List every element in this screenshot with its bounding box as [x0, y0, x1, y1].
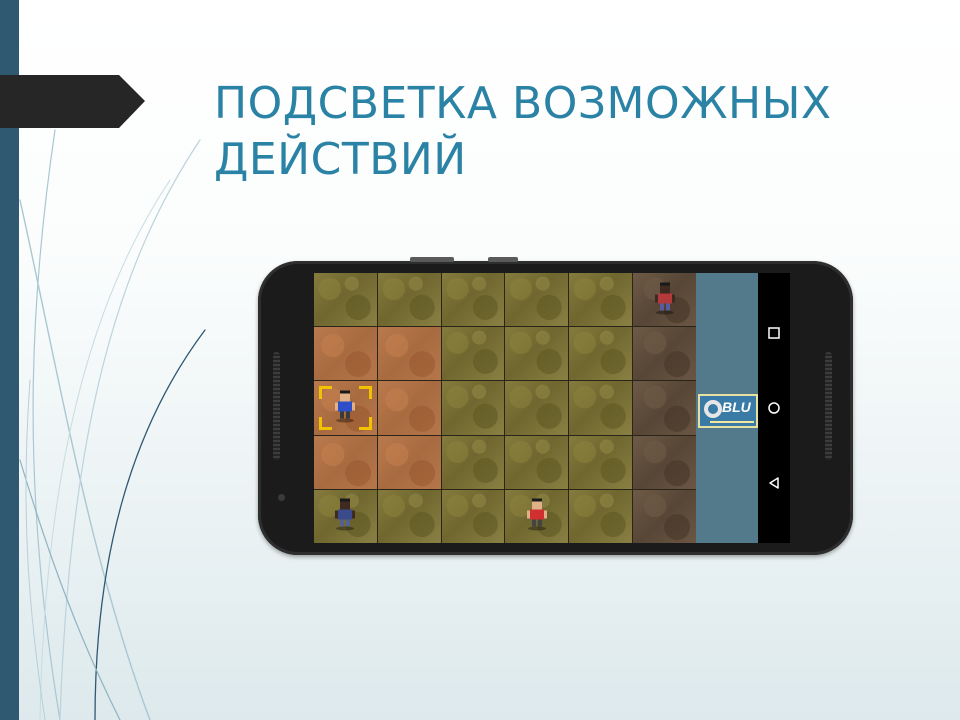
board-tile[interactable] [377, 273, 441, 327]
board-tile[interactable] [633, 273, 696, 327]
phone-power-button [488, 257, 518, 262]
board-tile[interactable] [505, 489, 569, 543]
phone-speaker-right [825, 352, 832, 460]
team-logo-underline [710, 421, 754, 423]
highlighted-move-tile[interactable] [314, 435, 377, 489]
board-tile[interactable] [505, 327, 569, 381]
phone-volume-button [410, 257, 454, 262]
back-button[interactable] [758, 470, 790, 496]
player-heavy-unit[interactable] [332, 497, 358, 536]
board-tile[interactable] [505, 381, 569, 435]
board-tile[interactable] [569, 327, 633, 381]
phone-speaker-left [273, 352, 280, 460]
board-tile[interactable] [505, 435, 569, 489]
square-icon [768, 327, 780, 339]
board-tile[interactable] [441, 381, 505, 435]
team-logo-text: BLU [722, 399, 751, 415]
highlighted-move-tile[interactable] [314, 327, 377, 381]
phone-camera [278, 494, 285, 501]
board-tile[interactable] [633, 435, 696, 489]
board-tile[interactable] [377, 489, 441, 543]
side-panel: BLU [696, 273, 758, 543]
board-tile[interactable] [441, 273, 505, 327]
board-tile[interactable] [441, 435, 505, 489]
board-tile[interactable] [314, 489, 377, 543]
selection-corner [358, 386, 372, 400]
phone-screen: BLU [314, 273, 790, 543]
selection-corner [319, 386, 332, 400]
enemy-red-unit[interactable] [524, 497, 550, 536]
android-nav-bar [758, 273, 790, 543]
recents-button[interactable] [758, 320, 790, 346]
highlighted-move-tile[interactable] [314, 381, 377, 435]
board-tile[interactable] [569, 381, 633, 435]
board-tile[interactable] [569, 273, 633, 327]
board-tile[interactable] [505, 273, 569, 327]
enemy-heavy-unit[interactable] [652, 280, 678, 319]
person-icon [335, 498, 356, 531]
person-icon [526, 498, 547, 531]
highlighted-move-tile[interactable] [377, 381, 441, 435]
board-tile[interactable] [314, 273, 377, 327]
selection-corner [319, 416, 332, 430]
highlighted-move-tile[interactable] [377, 435, 441, 489]
player-blue-unit[interactable] [332, 388, 358, 427]
board-tile[interactable] [633, 381, 696, 435]
person-icon [335, 390, 356, 423]
triangle-back-icon [769, 477, 779, 489]
board-tile[interactable] [633, 489, 696, 543]
board-tile[interactable] [441, 327, 505, 381]
game-board [314, 273, 696, 543]
highlighted-move-tile[interactable] [377, 327, 441, 381]
board-tile[interactable] [569, 489, 633, 543]
blu-team-logo: BLU [698, 394, 758, 428]
gear-icon [704, 400, 722, 418]
circle-icon [768, 402, 780, 414]
selection-corner [358, 416, 372, 430]
home-button[interactable] [758, 395, 790, 421]
person-icon [654, 282, 675, 315]
slide-title: ПОДСВЕТКА ВОЗМОЖНЫХ ДЕЙСТВИЙ [214, 78, 832, 185]
board-tile[interactable] [633, 327, 696, 381]
board-tile[interactable] [569, 435, 633, 489]
board-tile[interactable] [441, 489, 505, 543]
title-arrow-marker [0, 75, 145, 128]
